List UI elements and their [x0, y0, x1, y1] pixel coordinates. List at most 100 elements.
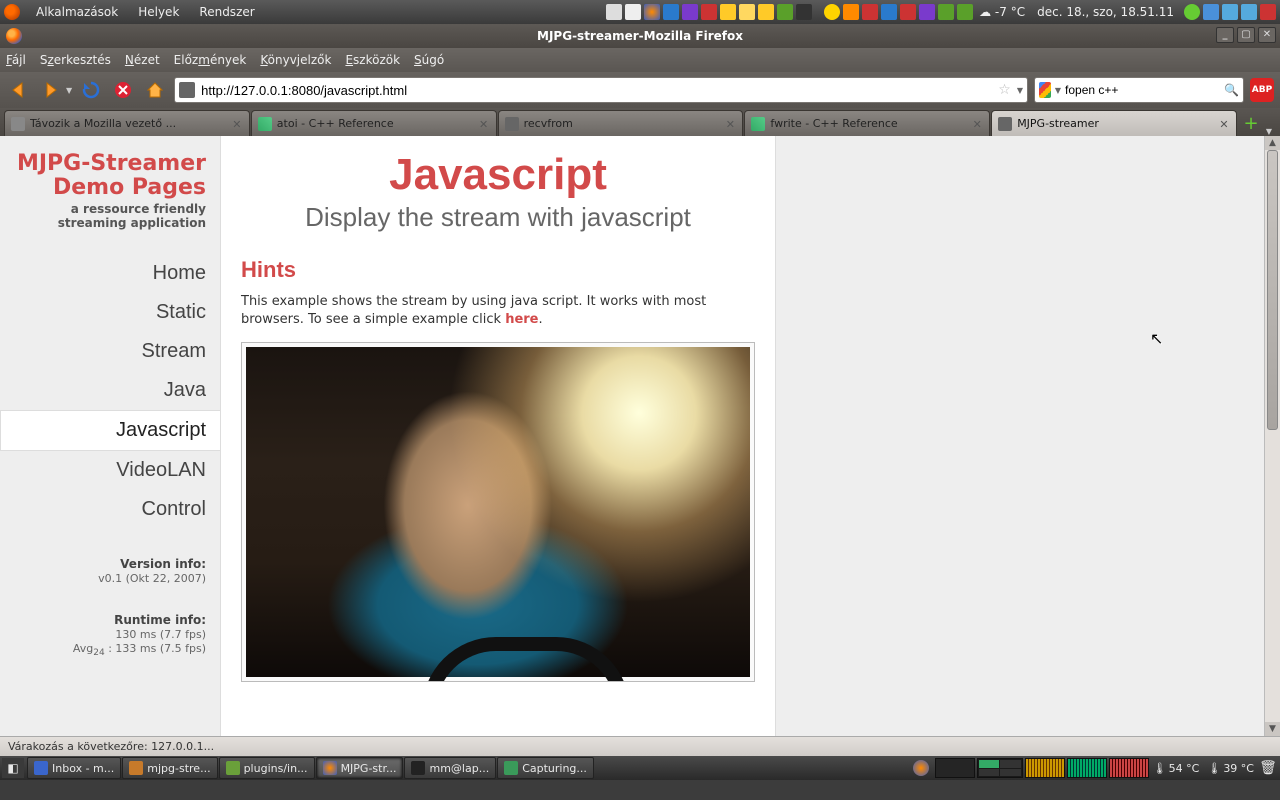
tray-icon[interactable] — [777, 4, 793, 20]
nav-java[interactable]: Java — [0, 371, 206, 410]
nav-videolan[interactable]: VideoLAN — [0, 451, 206, 490]
tray-icon[interactable] — [900, 4, 916, 20]
cpu-monitor-applet[interactable] — [1025, 758, 1065, 778]
tray-icon[interactable] — [862, 4, 878, 20]
tray-icon[interactable] — [739, 4, 755, 20]
menu-file[interactable]: Fájl — [6, 53, 26, 67]
tray-icon[interactable] — [625, 4, 641, 20]
tray-icon[interactable] — [1241, 4, 1257, 20]
tab[interactable]: fwrite - C++ Reference✕ — [744, 110, 990, 136]
clock-applet[interactable]: dec. 18., szo, 18.51.11 — [1037, 5, 1174, 19]
firefox-panel-icon[interactable] — [913, 760, 929, 776]
runtime-info: Runtime info: 130 ms (7.7 fps) Avg24 : 1… — [0, 613, 206, 658]
taskbar-item-active[interactable]: MJPG-str... — [316, 757, 404, 779]
mem-monitor-applet[interactable] — [1109, 758, 1149, 778]
tray-icon[interactable] — [843, 4, 859, 20]
tab[interactable]: atoi - C++ Reference✕ — [251, 110, 497, 136]
tray-icon[interactable] — [824, 4, 840, 20]
tray-icon[interactable] — [663, 4, 679, 20]
tab-label: recvfrom — [524, 117, 720, 130]
google-icon[interactable] — [1039, 82, 1051, 98]
search-icon[interactable]: 🔍 — [1224, 83, 1239, 97]
tab-close-icon[interactable]: ✕ — [724, 118, 736, 130]
tray-icon[interactable] — [758, 4, 774, 20]
menu-bookmarks[interactable]: Könyvjelzők — [260, 53, 331, 67]
tray-icon[interactable] — [606, 4, 622, 20]
tray-icon[interactable] — [701, 4, 717, 20]
tab[interactable]: Távozik a Mozilla vezető ...✕ — [4, 110, 250, 136]
reload-button[interactable] — [78, 77, 104, 103]
taskbar-item[interactable]: plugins/in... — [219, 757, 315, 779]
tab-close-icon[interactable]: ✕ — [971, 118, 983, 130]
temp-applet[interactable]: 🌡39 °C — [1207, 762, 1254, 775]
version-info-header: Version info: — [0, 557, 206, 571]
shutdown-icon[interactable] — [1260, 4, 1276, 20]
stop-button[interactable] — [110, 77, 136, 103]
history-dropdown-icon[interactable]: ▼ — [66, 86, 72, 95]
tab-close-icon[interactable]: ✕ — [1218, 118, 1230, 130]
menu-help[interactable]: Súgó — [414, 53, 444, 67]
url-dropdown-icon[interactable]: ▼ — [1017, 86, 1023, 95]
nav-static[interactable]: Static — [0, 293, 206, 332]
tab-close-icon[interactable]: ✕ — [231, 118, 243, 130]
menu-history[interactable]: Előzmények — [174, 53, 247, 67]
firefox-tray-icon[interactable] — [644, 4, 660, 20]
weather-applet[interactable]: ☁ -7 °C — [979, 5, 1025, 19]
temp-applet[interactable]: 🌡54 °C — [1153, 762, 1200, 775]
tray-icon[interactable] — [938, 4, 954, 20]
scrollbar-thumb[interactable] — [1267, 150, 1278, 430]
tray-icon[interactable] — [957, 4, 973, 20]
here-link[interactable]: here — [505, 312, 538, 327]
menu-edit[interactable]: Szerkesztés — [40, 53, 111, 67]
tray-icon[interactable] — [1222, 4, 1238, 20]
tray-icon[interactable] — [796, 4, 812, 20]
tab-close-icon[interactable]: ✕ — [478, 118, 490, 130]
scroll-down-icon[interactable]: ▼ — [1265, 722, 1280, 736]
tray-icon[interactable] — [1184, 4, 1200, 20]
tray-icons — [606, 4, 973, 20]
close-button[interactable]: ✕ — [1258, 27, 1276, 43]
applications-menu[interactable]: Alkalmazások — [26, 5, 128, 19]
nav-stream[interactable]: Stream — [0, 332, 206, 371]
window-titlebar[interactable]: MJPG-streamer-Mozilla Firefox _ ▢ ✕ — [0, 24, 1280, 48]
url-bar[interactable]: ☆ ▼ — [174, 77, 1028, 103]
home-button[interactable] — [142, 77, 168, 103]
tray-icon[interactable] — [720, 4, 736, 20]
tray-icon[interactable] — [919, 4, 935, 20]
taskbar-item[interactable]: Inbox - m... — [27, 757, 121, 779]
scroll-up-icon[interactable]: ▲ — [1265, 136, 1280, 150]
url-input[interactable] — [201, 83, 992, 98]
show-desktop-button[interactable]: ◧ — [2, 758, 24, 778]
nav-home[interactable]: Home — [0, 254, 206, 293]
minimize-button[interactable]: _ — [1216, 27, 1234, 43]
menu-view[interactable]: Nézet — [125, 53, 160, 67]
trash-icon[interactable]: 🗑 — [1258, 760, 1278, 776]
menu-tools[interactable]: Eszközök — [345, 53, 400, 67]
system-menu[interactable]: Rendszer — [189, 5, 264, 19]
bookmark-star-icon[interactable]: ☆ — [998, 82, 1011, 98]
adblock-icon[interactable]: ABP — [1250, 78, 1274, 102]
taskbar-item[interactable]: Capturing... — [497, 757, 594, 779]
tab-active[interactable]: MJPG-streamer✕ — [991, 110, 1237, 136]
nav-control[interactable]: Control — [0, 490, 206, 529]
tray-icon[interactable] — [1203, 4, 1219, 20]
new-tab-button[interactable]: + — [1240, 114, 1262, 136]
places-menu[interactable]: Helyek — [128, 5, 189, 19]
tab[interactable]: recvfrom ✕ — [498, 110, 744, 136]
search-input[interactable] — [1065, 83, 1220, 97]
ubuntu-logo-icon[interactable] — [4, 4, 20, 20]
search-bar[interactable]: ▼ 🔍 — [1034, 77, 1244, 103]
search-engine-dropdown-icon[interactable]: ▼ — [1055, 86, 1061, 95]
tray-icon[interactable] — [682, 4, 698, 20]
workspace-switcher[interactable] — [935, 758, 975, 778]
tray-icon[interactable] — [881, 4, 897, 20]
taskbar-item[interactable]: mm@lap... — [404, 757, 496, 779]
vertical-scrollbar[interactable]: ▲ ▼ — [1264, 136, 1280, 736]
nav-javascript[interactable]: Javascript — [0, 410, 220, 451]
back-button[interactable] — [6, 77, 32, 103]
forward-button[interactable] — [38, 77, 64, 103]
net-monitor-applet[interactable] — [1067, 758, 1107, 778]
taskbar-item[interactable]: mjpg-stre... — [122, 757, 217, 779]
tab-overflow-icon[interactable]: ▼ — [1262, 127, 1276, 136]
maximize-button[interactable]: ▢ — [1237, 27, 1255, 43]
